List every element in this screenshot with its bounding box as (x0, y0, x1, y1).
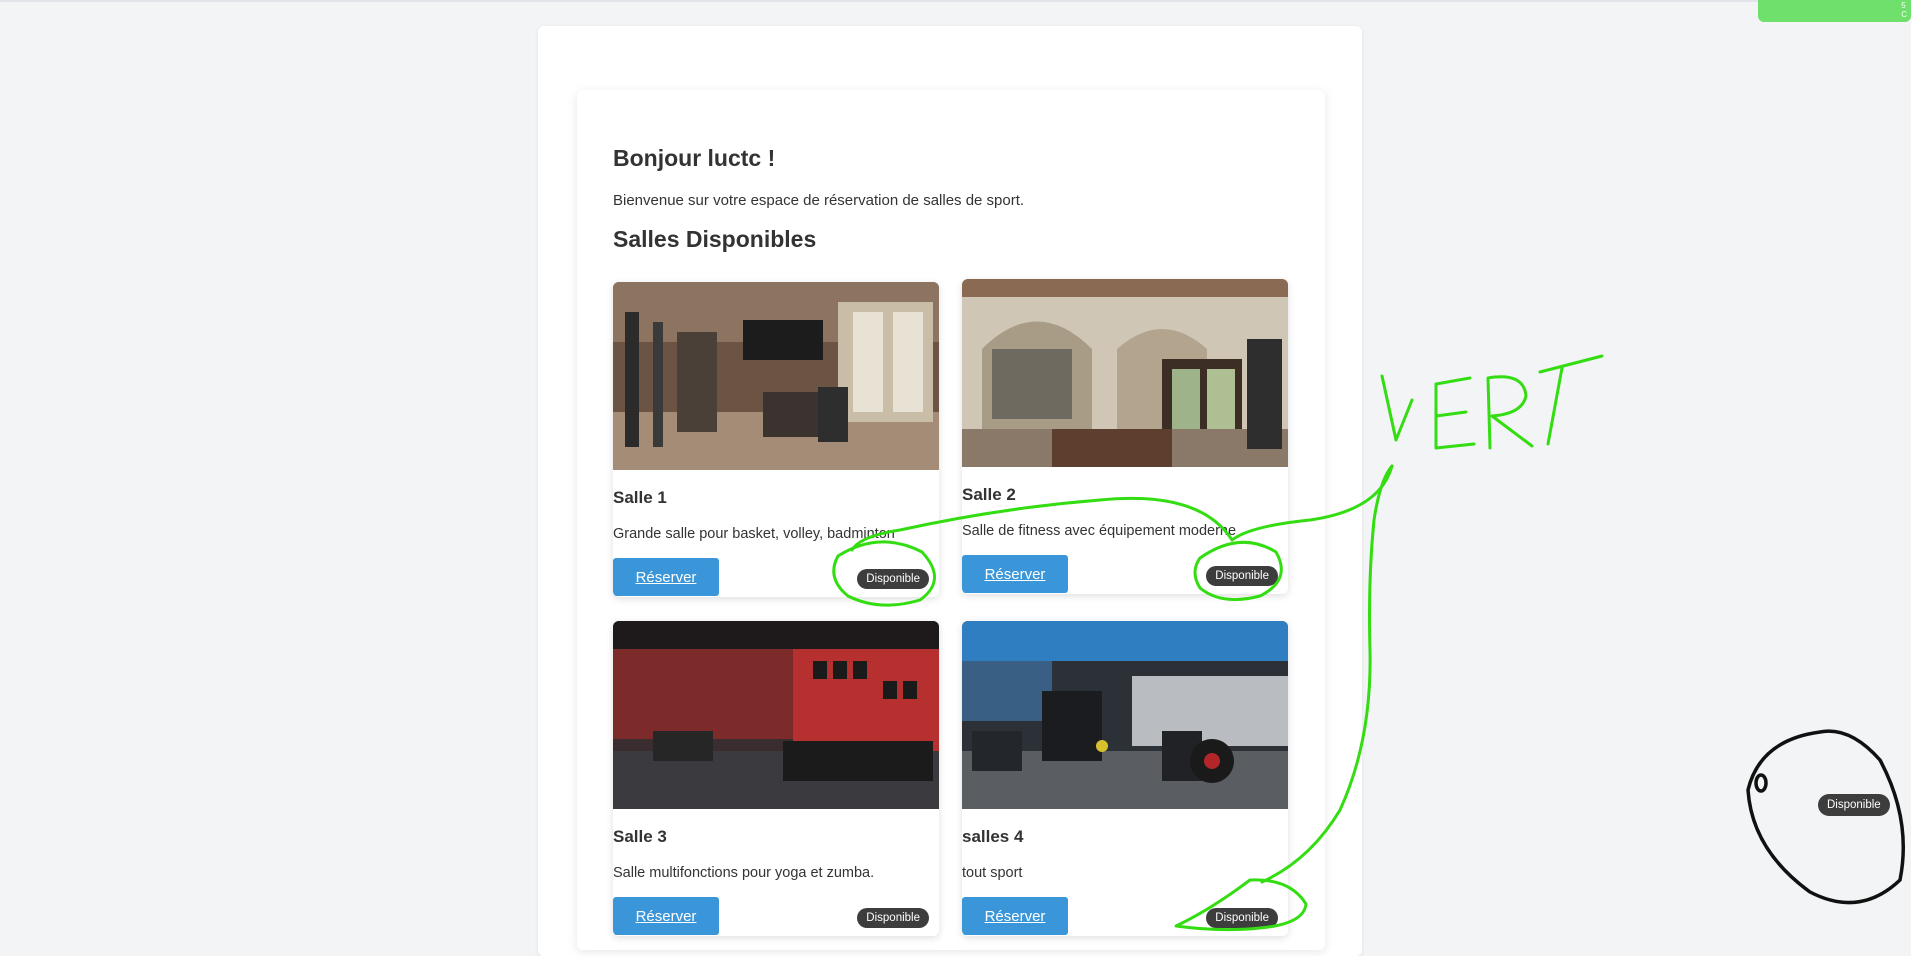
status-badge: Disponible (857, 569, 929, 589)
room-name: Salle 2 (962, 485, 1016, 504)
room-description: Salle multifonctions pour yoga et zumba. (613, 865, 875, 881)
reserve-button[interactable]: Réserver (613, 897, 719, 935)
reserve-button[interactable]: Réserver (613, 558, 719, 596)
reserve-button[interactable]: Réserver (962, 555, 1068, 593)
room-name: Salle 1 (613, 488, 667, 507)
status-badge: Disponible (1206, 566, 1278, 586)
welcome-text: Bienvenue sur votre espace de réservatio… (613, 192, 1025, 209)
top-border (0, 0, 1911, 2)
room-description: Salle de fitness avec équipement moderne (962, 523, 1237, 539)
room-photo (613, 282, 939, 470)
section-title: Salles Disponibles (613, 226, 817, 252)
status-badge: Disponible (1206, 908, 1278, 928)
room-card-3: Salle 3 Salle multifonctions pour yoga e… (613, 621, 939, 936)
room-name: Salle 3 (613, 827, 667, 846)
room-description: tout sport (962, 865, 1023, 881)
room-card-4: salles 4 tout sport Réserver Disponible (962, 621, 1288, 936)
reserve-button[interactable]: Réserver (962, 897, 1068, 935)
room-photo (962, 279, 1288, 467)
greeting-heading: Bonjour luctc ! (613, 145, 776, 171)
room-photo (613, 621, 939, 809)
notification-toast[interactable]: 5C (1758, 0, 1911, 22)
room-photo (962, 621, 1288, 809)
room-card-1: Salle 1 Grande salle pour basket, volley… (613, 282, 939, 597)
floating-status-badge[interactable]: Disponible (1818, 794, 1890, 816)
room-card-2: Salle 2 Salle de fitness avec équipement… (962, 279, 1288, 594)
toast-text: 5C (1901, 1, 1907, 19)
room-name: salles 4 (962, 827, 1024, 846)
status-badge: Disponible (857, 908, 929, 928)
room-description: Grande salle pour basket, volley, badmin… (613, 526, 895, 542)
